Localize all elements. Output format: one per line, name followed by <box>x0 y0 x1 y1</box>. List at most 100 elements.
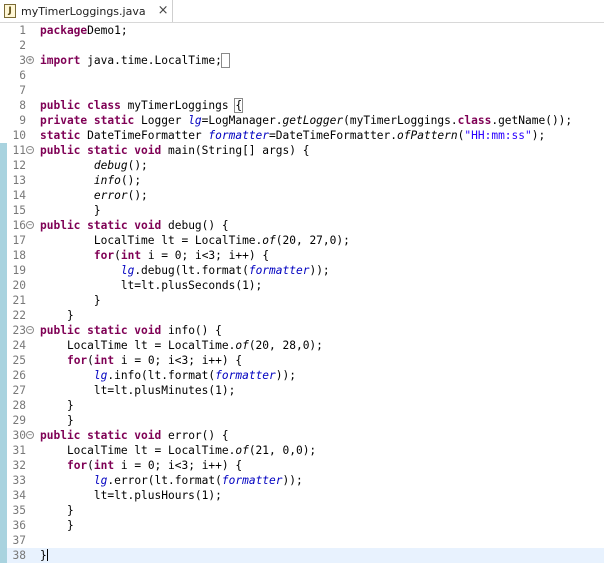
code-line[interactable]: 15 } <box>0 203 604 218</box>
code-line[interactable]: 1 packageDemo1; <box>0 23 604 38</box>
line-number: 17 <box>12 234 26 247</box>
code-line[interactable]: 8 public class myTimerLoggings { <box>0 98 604 113</box>
code-line[interactable]: 18 for(int i = 0; i<3; i++) { <box>0 248 604 263</box>
line-number: 16 <box>12 219 26 232</box>
code-line[interactable]: 29 } <box>0 413 604 428</box>
code-line[interactable]: 14 error(); <box>0 188 604 203</box>
code-line[interactable]: 37 <box>0 533 604 548</box>
code-line[interactable]: 19 lg.debug(lt.format(formatter)); <box>0 263 604 278</box>
code-line[interactable]: 33 lg.error(lt.format(formatter)); <box>0 473 604 488</box>
code-line[interactable]: 21 } <box>0 293 604 308</box>
code-line[interactable]: 31 LocalTime lt = LocalTime.of(21, 0,0); <box>0 443 604 458</box>
code-token: int <box>120 249 142 262</box>
code-token: formatter <box>221 474 283 487</box>
line-number: 36 <box>12 519 26 532</box>
code-line[interactable]: 36 } <box>0 518 604 533</box>
code-line[interactable]: 10 static DateTimeFormatter formatter=Dat… <box>0 128 604 143</box>
code-text: } <box>40 293 101 308</box>
code-line[interactable]: 20 lt=lt.plusSeconds(1); <box>0 278 604 293</box>
collapse-fold-icon[interactable]: − <box>26 146 34 154</box>
code-token: lt=lt.plusHours(1); <box>40 489 222 502</box>
code-token: i = 0; i<3; i++) { <box>114 459 243 472</box>
code-token: (); <box>127 159 148 172</box>
code-token: (); <box>120 174 142 187</box>
code-token: LocalTime lt = LocalTime. <box>40 234 263 247</box>
line-number: 32 <box>12 459 26 472</box>
code-token: ofPattern <box>397 129 458 142</box>
code-line[interactable]: 25 for(int i = 0; i<3; i++) { <box>0 353 604 368</box>
line-number: 8 <box>19 99 26 112</box>
code-line[interactable]: 13 info(); <box>0 173 604 188</box>
line-number: 34 <box>12 489 26 502</box>
code-token: .error(lt.format( <box>107 474 222 487</box>
line-number: 21 <box>12 294 26 307</box>
code-line[interactable]: 11− public static void main(String[] args… <box>0 143 604 158</box>
code-token: } <box>40 549 47 562</box>
code-token: )); <box>275 369 296 382</box>
code-line[interactable]: 32 for(int i = 0; i<3; i++) { <box>0 458 604 473</box>
collapse-fold-icon[interactable]: − <box>26 326 34 334</box>
code-token: formatter <box>208 129 270 142</box>
code-line[interactable]: 2 <box>0 38 604 53</box>
code-line[interactable]: 34 lt=lt.plusHours(1); <box>0 488 604 503</box>
code-token: public class <box>40 99 121 112</box>
line-number: 23 <box>12 324 26 337</box>
code-line[interactable]: 17 LocalTime lt = LocalTime.of(20, 27,0)… <box>0 233 604 248</box>
code-text: for(int i = 0; i<3; i++) { <box>40 248 269 263</box>
line-number: 33 <box>12 474 26 487</box>
code-token: of <box>235 444 249 457</box>
code-line[interactable]: 23− public static void info() { <box>0 323 604 338</box>
code-token: )); <box>282 474 303 487</box>
code-token: .info(lt.format( <box>107 369 216 382</box>
code-text: packageDemo1; <box>40 23 128 38</box>
editor-tab-bar: J myTimerLoggings.java × <box>0 0 604 23</box>
code-token: debug() { <box>161 219 229 232</box>
code-text: lt=lt.plusHours(1); <box>40 488 222 503</box>
code-token: ); <box>531 129 546 142</box>
code-token: error <box>93 189 128 202</box>
code-line[interactable]: 6 <box>0 68 604 83</box>
code-text: } <box>40 413 74 428</box>
code-line[interactable]: 38} <box>0 548 604 563</box>
code-token: int <box>93 459 115 472</box>
code-line[interactable]: 9 private static Logger lg=LogManager.get… <box>0 113 604 128</box>
code-token: info() { <box>161 324 222 337</box>
code-editor[interactable]: 1 packageDemo1; 2 3 + import java.time.LocalT… <box>0 23 604 566</box>
code-line[interactable]: 3 + import java.time.LocalTime; <box>0 53 604 68</box>
code-token: for <box>66 459 88 472</box>
code-text: } <box>40 503 74 518</box>
code-text: lt=lt.plusSeconds(1); <box>40 278 262 293</box>
code-line[interactable]: 35 } <box>0 503 604 518</box>
line-number: 1 <box>19 24 26 37</box>
line-number: 7 <box>19 84 26 97</box>
line-number: 24 <box>12 339 26 352</box>
code-token: } <box>40 399 74 412</box>
editor-tab[interactable]: J myTimerLoggings.java × <box>0 0 173 22</box>
line-number: 25 <box>12 354 26 367</box>
code-text: } <box>40 203 101 218</box>
collapse-fold-icon[interactable]: − <box>26 221 34 229</box>
code-line[interactable]: 24 LocalTime lt = LocalTime.of(20, 28,0)… <box>0 338 604 353</box>
code-line[interactable]: 12 debug(); <box>0 158 604 173</box>
code-text: for(int i = 0; i<3; i++) { <box>40 353 242 368</box>
code-line[interactable]: 22 } <box>0 308 604 323</box>
close-icon[interactable]: × <box>158 0 169 22</box>
code-line[interactable]: 27 lt=lt.plusMinutes(1); <box>0 383 604 398</box>
line-number: 10 <box>12 129 26 142</box>
code-token: getLogger <box>282 114 344 127</box>
code-line[interactable]: 28 } <box>0 398 604 413</box>
code-text: private static Logger lg=LogManager.getL… <box>40 113 572 128</box>
line-number: 30 <box>12 429 26 442</box>
code-text: } <box>40 308 74 323</box>
line-number: 6 <box>19 69 26 82</box>
code-line[interactable]: 26 lg.info(lt.format(formatter)); <box>0 368 604 383</box>
expand-fold-icon[interactable]: + <box>26 56 34 64</box>
code-line[interactable]: 30− public static void error() { <box>0 428 604 443</box>
collapse-fold-icon[interactable]: − <box>26 431 34 439</box>
code-line[interactable]: 7 <box>0 83 604 98</box>
code-token <box>220 53 230 68</box>
code-text: lt=lt.plusMinutes(1); <box>40 383 235 398</box>
code-line[interactable]: 16− public static void debug() { <box>0 218 604 233</box>
